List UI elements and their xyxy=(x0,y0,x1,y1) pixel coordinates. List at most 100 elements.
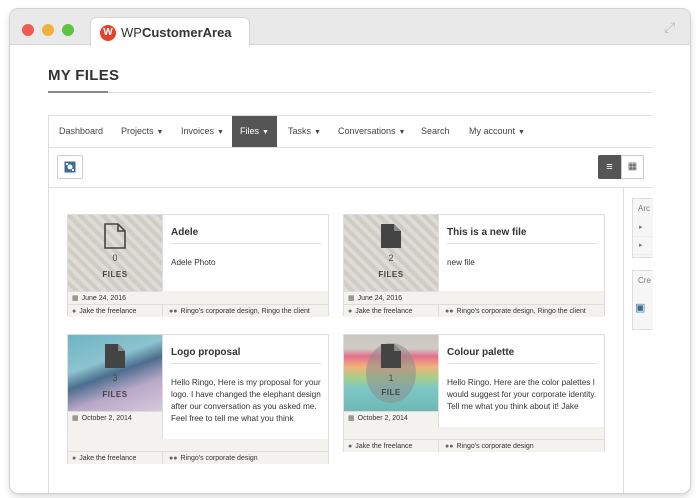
card-date: ▦ October 2, 2014 xyxy=(344,411,438,424)
file-card[interactable]: 2 FILES This is a new file new file ▦ Jun… xyxy=(343,214,605,317)
page-title: MY FILES xyxy=(48,67,120,84)
card-date: ▦ June 24, 2016 xyxy=(68,291,162,304)
gallery-icon[interactable]: ▣ xyxy=(635,301,649,315)
nav-item-files[interactable]: Files ▼ xyxy=(232,116,277,147)
browser-window: W WPCustomerArea ⤢ MY FILES Dashboard Pr… xyxy=(10,9,690,493)
calendar-icon: ▦ xyxy=(72,415,79,422)
wpca-logo-icon: W xyxy=(100,25,116,41)
grid-icon: ▦ xyxy=(627,161,638,172)
expand-icon[interactable]: ⤢ xyxy=(664,20,678,34)
nav-item-projects[interactable]: Projects ▼ xyxy=(113,116,171,147)
card-divider xyxy=(447,363,597,364)
user-icon: ● xyxy=(72,455,77,462)
nav-item-invoices[interactable]: Invoices ▼ xyxy=(173,116,232,147)
card-owner: ● Jake the freelance xyxy=(344,439,438,452)
file-count-label: FILES xyxy=(102,270,128,279)
nav-item-my-account[interactable]: My account ▼ xyxy=(461,116,533,147)
files-toolbar: ≡ ▦ xyxy=(49,148,653,188)
archive-item[interactable]: ▸ xyxy=(633,237,653,255)
maximize-window-button[interactable] xyxy=(62,24,74,36)
file-icon xyxy=(381,344,401,368)
main-navigation: Dashboard Projects ▼ Invoices ▼ Files ▼ Tas… xyxy=(49,116,653,148)
card-body: This is a new file new file xyxy=(438,215,604,291)
file-thumbnail: 2 FILES xyxy=(344,215,438,291)
collection-icon-button[interactable] xyxy=(57,155,83,179)
file-count-label: FILES xyxy=(102,390,128,399)
card-divider xyxy=(171,363,321,364)
file-thumbnail: 1 FILE xyxy=(344,335,438,411)
chevron-right-icon: ▸ xyxy=(639,224,643,231)
calendar-icon: ▦ xyxy=(348,415,355,422)
caret-down-icon: ▼ xyxy=(156,129,164,136)
caret-down-icon: ▼ xyxy=(262,129,269,136)
users-icon: ●● xyxy=(169,308,178,315)
caret-down-icon: ▼ xyxy=(398,129,406,136)
file-count: 1 xyxy=(388,373,394,383)
list-icon: ≡ xyxy=(606,161,613,173)
files-panel: Dashboard Projects ▼ Invoices ▼ Files ▼ Tas… xyxy=(48,115,653,493)
card-title[interactable]: Logo proposal xyxy=(171,347,240,358)
file-card[interactable]: 3 FILES Logo proposal Hello Ringo, Here … xyxy=(67,334,329,464)
card-title[interactable]: Adele xyxy=(171,227,198,238)
file-count: 2 xyxy=(388,253,394,263)
browser-titlebar: W WPCustomerArea ⤢ xyxy=(10,9,690,46)
caret-down-icon: ▼ xyxy=(518,129,525,136)
title-underline xyxy=(48,91,108,93)
file-card[interactable]: 1 FILE Colour palette Hello Ringo. Here … xyxy=(343,334,605,452)
nav-item-conversations[interactable]: Conversations ▼ xyxy=(330,116,413,147)
chevron-right-icon: ▸ xyxy=(639,242,643,249)
card-title[interactable]: Colour palette xyxy=(447,347,514,358)
create-widget: Cre ▣ xyxy=(632,270,653,330)
title-divider xyxy=(48,92,652,93)
user-icon: ● xyxy=(348,443,353,450)
file-count: 0 xyxy=(112,253,118,263)
card-projects: ●● Ringo's corporate design xyxy=(162,451,328,464)
nav-item-dashboard[interactable]: Dashboard xyxy=(51,116,111,147)
list-view-button[interactable]: ≡ xyxy=(598,155,621,179)
file-count-label: FILE xyxy=(381,388,401,397)
card-owner: ● Jake the freelance xyxy=(68,304,162,317)
file-icon xyxy=(381,224,401,248)
file-thumbnail: 0 FILES xyxy=(68,215,162,291)
nav-item-tasks[interactable]: Tasks ▼ xyxy=(280,116,329,147)
card-owner: ● Jake the freelance xyxy=(344,304,438,317)
grid-view-button[interactable]: ▦ xyxy=(621,155,644,179)
card-date: ▦ June 24, 2016 xyxy=(344,291,438,304)
close-window-button[interactable] xyxy=(22,24,34,36)
card-body: Colour palette Hello Ringo. Here are the… xyxy=(438,335,604,427)
create-title: Cre xyxy=(638,276,651,285)
card-description: Hello Ringo, Here is my proposal for you… xyxy=(171,378,321,423)
file-count: 3 xyxy=(112,373,118,383)
users-icon: ●● xyxy=(169,455,178,462)
browser-tab[interactable]: W WPCustomerArea xyxy=(90,17,250,46)
card-projects: ●● Ringo's corporate design xyxy=(438,439,604,452)
card-date: ▦ October 2, 2014 xyxy=(68,411,162,424)
card-projects: ●● Ringo's corporate design, Ringo the cl… xyxy=(438,304,604,317)
card-body: Logo proposal Hello Ringo, Here is my pr… xyxy=(162,335,328,439)
card-body: Adele Adele Photo xyxy=(162,215,328,291)
tab-title: WPCustomerArea xyxy=(121,25,232,40)
file-count-label: FILES xyxy=(378,270,404,279)
caret-down-icon: ▼ xyxy=(314,129,321,136)
card-owner: ● Jake the freelance xyxy=(68,451,162,464)
card-title[interactable]: This is a new file xyxy=(447,227,526,238)
card-description: Hello Ringo. Here are the color palettes… xyxy=(447,378,597,411)
archive-item[interactable]: ▸ xyxy=(633,219,653,237)
archives-title: Arc xyxy=(638,204,650,213)
sidebar: Arc ▸ ▸ Cre ▣ xyxy=(623,188,653,493)
card-projects: ●● Ringo's corporate design, Ringo the cl… xyxy=(162,304,328,317)
minimize-window-button[interactable] xyxy=(42,24,54,36)
archives-widget: Arc ▸ ▸ xyxy=(632,198,653,258)
files-grid: 0 FILES Adele Adele Photo ▦ June 24, 2016… xyxy=(49,188,623,493)
card-divider xyxy=(171,243,321,244)
file-thumbnail: 3 FILES xyxy=(68,335,162,411)
user-icon: ● xyxy=(348,308,353,315)
card-divider xyxy=(447,243,597,244)
nav-item-search[interactable]: Search xyxy=(413,116,458,147)
file-card[interactable]: 0 FILES Adele Adele Photo ▦ June 24, 2016… xyxy=(67,214,329,317)
card-description: new file xyxy=(447,258,475,267)
users-icon: ●● xyxy=(445,308,454,315)
users-icon: ●● xyxy=(445,443,454,450)
user-icon: ● xyxy=(72,308,77,315)
caret-down-icon: ▼ xyxy=(217,129,224,136)
